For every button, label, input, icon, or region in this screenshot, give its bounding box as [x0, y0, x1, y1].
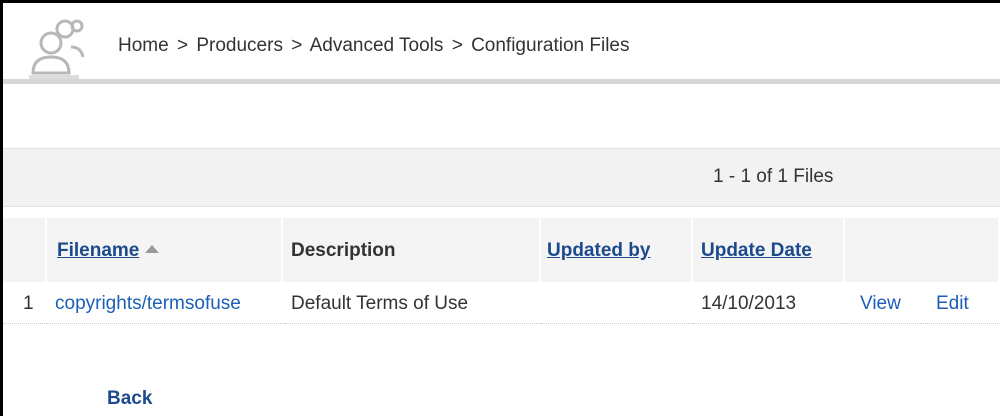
- pager-bar: 1 - 1 of 1 Files: [3, 148, 1000, 207]
- view-link[interactable]: View: [845, 282, 920, 324]
- row-index: 1: [3, 282, 47, 324]
- page-header: Home > Producers > Advanced Tools > Conf…: [3, 3, 1000, 81]
- column-header-update-date[interactable]: Update Date: [693, 218, 845, 282]
- table-header: Filename Description Updated by Update D…: [3, 218, 1000, 282]
- header-actions-cell: [845, 218, 1000, 282]
- header-divider: [3, 79, 1000, 84]
- column-header-updated-by[interactable]: Updated by: [541, 218, 693, 282]
- breadcrumb-separator: >: [176, 35, 189, 56]
- column-header-filename[interactable]: Filename: [47, 218, 283, 282]
- back-link[interactable]: Back: [107, 388, 152, 410]
- edit-link[interactable]: Edit: [920, 282, 1000, 324]
- breadcrumb-current-page: Configuration Files: [471, 35, 630, 56]
- table-row: 1 copyrights/termsofuse Default Terms of…: [3, 282, 1000, 324]
- breadcrumb-advanced-tools[interactable]: Advanced Tools: [310, 35, 444, 56]
- row-update-date: 14/10/2013: [693, 282, 845, 324]
- column-header-filename-label: Filename: [57, 240, 140, 261]
- column-header-description: Description: [283, 218, 541, 282]
- breadcrumb-separator: >: [291, 35, 303, 56]
- row-description: Default Terms of Use: [285, 282, 541, 324]
- row-updated-by: [541, 282, 693, 324]
- pager-summary: 1 - 1 of 1 Files: [713, 166, 834, 187]
- breadcrumb-separator: >: [451, 35, 463, 56]
- header-index-cell: [3, 218, 47, 282]
- row-filename-link[interactable]: copyrights/termsofuse: [47, 282, 285, 324]
- breadcrumb: Home > Producers > Advanced Tools > Conf…: [118, 35, 630, 57]
- breadcrumb-producers[interactable]: Producers: [196, 35, 283, 56]
- sort-ascending-icon: [145, 244, 160, 253]
- breadcrumb-home[interactable]: Home: [118, 35, 169, 56]
